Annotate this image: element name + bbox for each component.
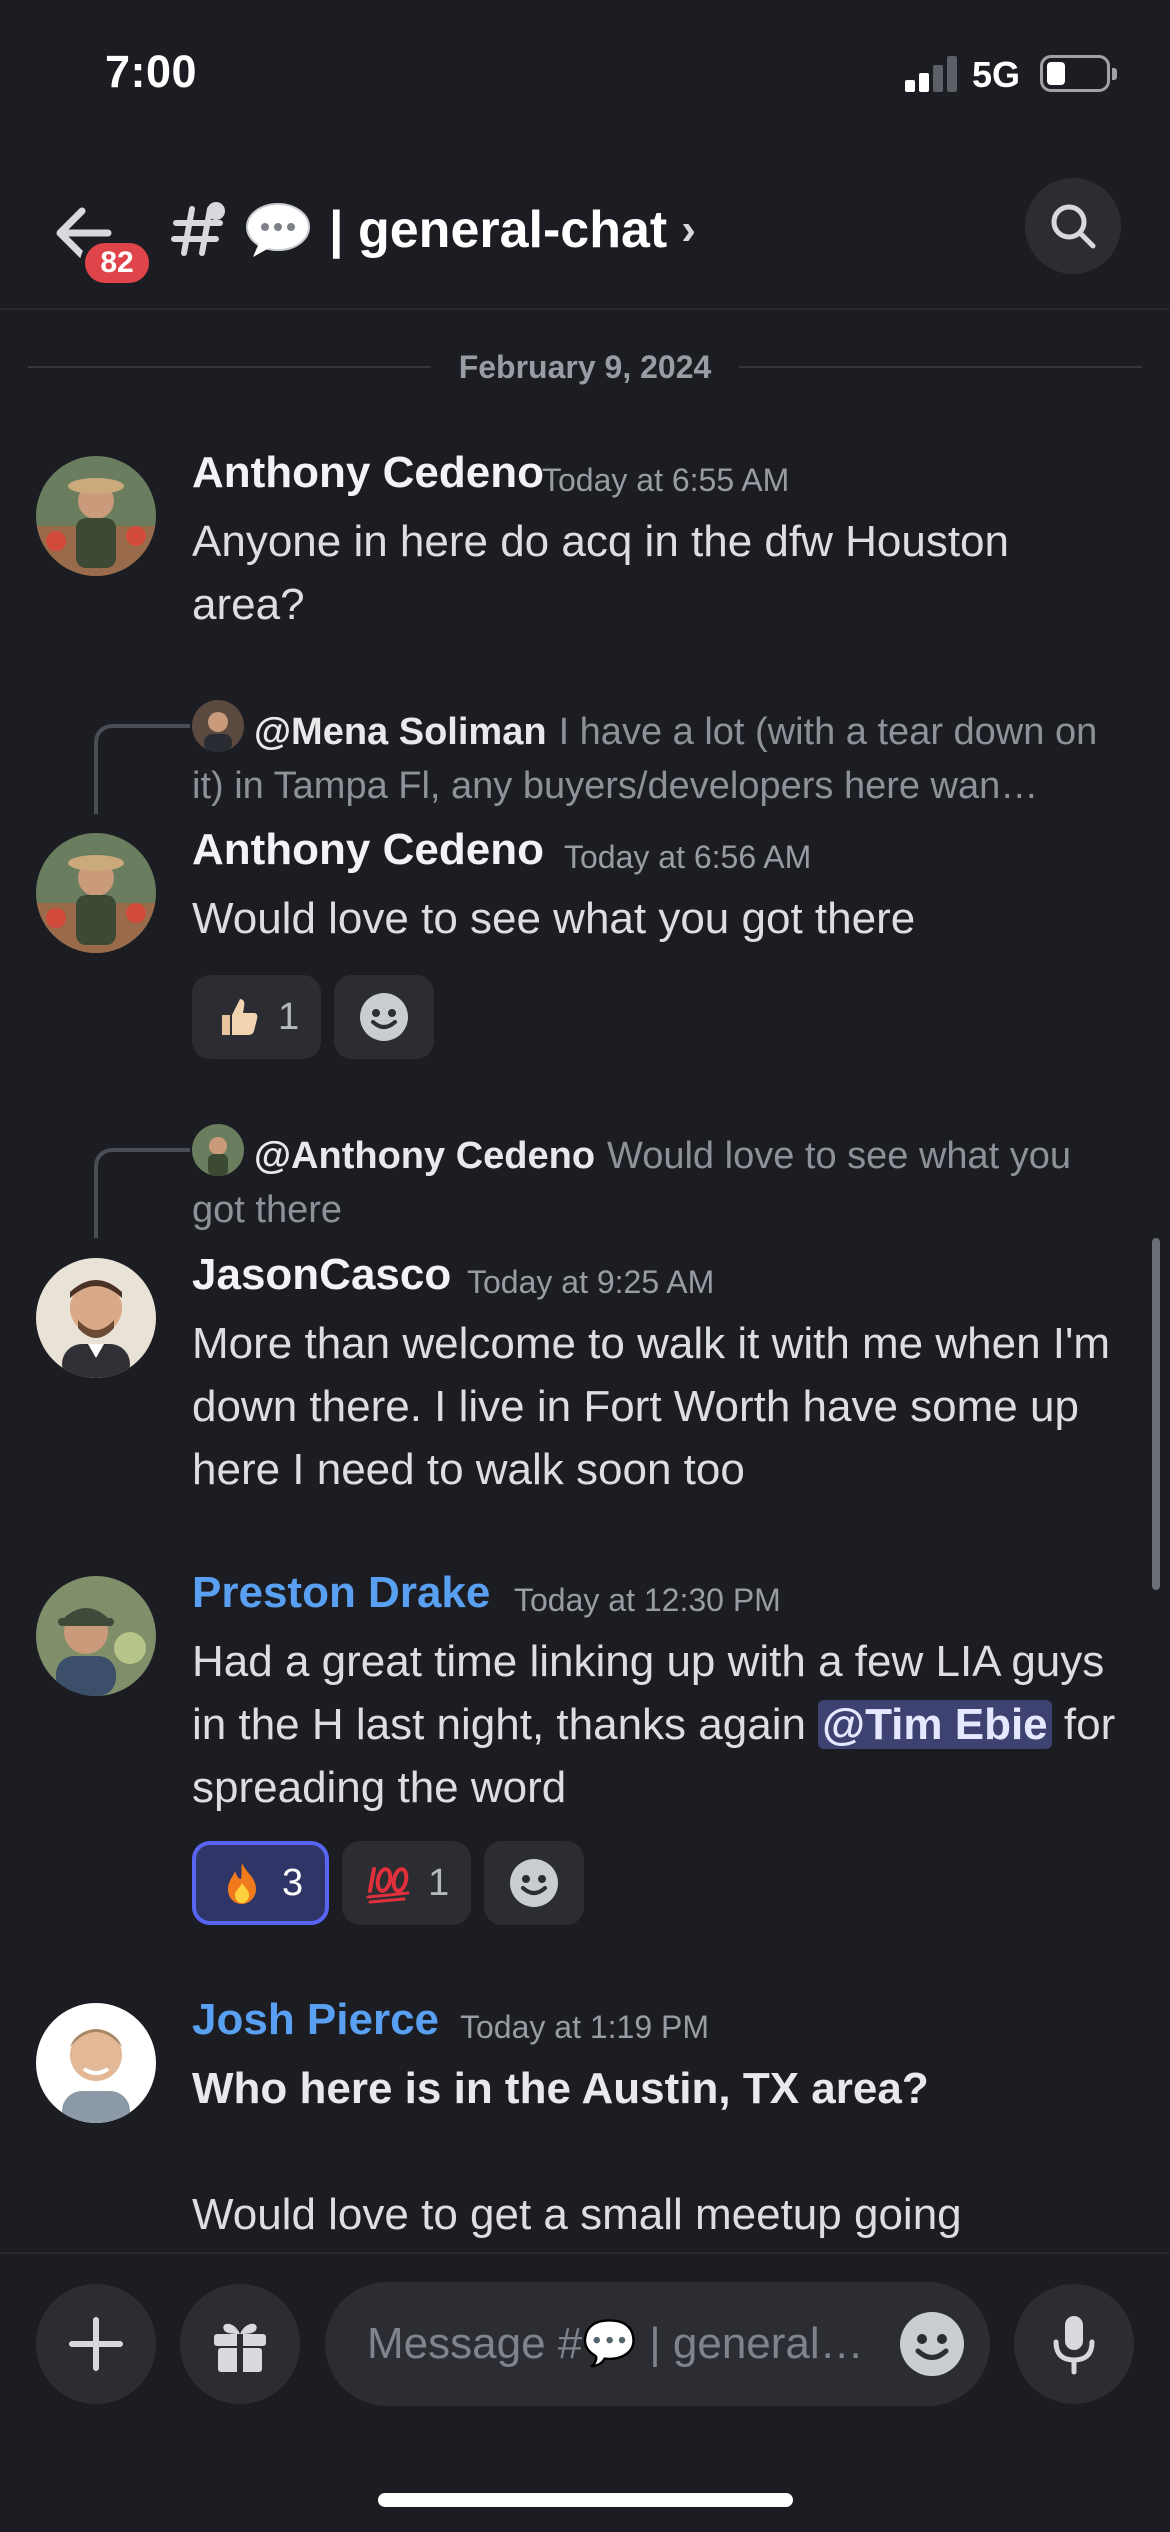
microphone-icon: [1053, 2316, 1095, 2375]
scrollbar[interactable]: [1152, 1238, 1160, 1590]
thumbs-up-icon: [222, 999, 258, 1035]
add-reaction-button[interactable]: [484, 1841, 585, 1925]
reply-avatar: [192, 1124, 244, 1176]
reaction-row: 1: [192, 975, 435, 1059]
message-field[interactable]: [367, 2319, 867, 2369]
reaction-count: 1: [428, 1861, 450, 1904]
reaction-hundred[interactable]: 1: [342, 1841, 472, 1925]
message-text: Had a great time linking up with a few L…: [192, 1630, 1127, 1819]
fire-icon: [228, 1863, 256, 1904]
message-text: More than welcome to walk it with me whe…: [192, 1319, 1111, 1494]
channel-title[interactable]: | general-chat ›: [245, 190, 696, 270]
reaction-count: 3: [282, 1861, 304, 1904]
smiley-icon: [900, 2312, 964, 2376]
cellular-signal-icon: [905, 56, 959, 92]
status-bar: 7:00 5G: [0, 0, 1170, 150]
reaction-thumbs-up[interactable]: 1: [192, 975, 322, 1059]
gift-button[interactable]: [180, 2284, 300, 2404]
message-author[interactable]: Anthony Cedeno: [192, 448, 544, 498]
message-text: Would love to see what you got there: [192, 894, 916, 943]
add-reaction-button[interactable]: [334, 975, 435, 1059]
date-divider-label: February 9, 2024: [458, 348, 712, 385]
message-input[interactable]: [325, 2282, 990, 2406]
reply-author: @Mena Soliman: [254, 711, 547, 753]
avatar[interactable]: [36, 1258, 156, 1378]
message-text: Would love to get a small meetup going: [192, 2190, 962, 2239]
avatar[interactable]: [36, 833, 156, 953]
channel-header: 82 | general-chat ›: [0, 150, 1170, 310]
message-author[interactable]: Josh Pierce: [192, 1995, 439, 2045]
avatar[interactable]: [36, 2003, 156, 2123]
reply-spine: [94, 1148, 190, 1238]
reaction-count: 1: [278, 995, 300, 1038]
reaction-row: 3 1: [192, 1841, 585, 1925]
reply-preview[interactable]: @Anthony Cedeno Would love to see what yo…: [192, 1124, 1122, 1237]
message-timestamp: Today at 6:56 AM: [564, 839, 812, 875]
message-author[interactable]: Anthony Cedeno: [192, 825, 544, 875]
avatar[interactable]: [36, 1576, 156, 1696]
message-composer: [0, 2252, 1170, 2532]
reaction-fire[interactable]: 3: [192, 1841, 330, 1925]
message-timestamp: Today at 6:55 AM: [542, 462, 790, 498]
home-indicator[interactable]: [378, 2493, 793, 2507]
reply-author: @Anthony Cedeno: [254, 1135, 596, 1177]
message-timestamp: Today at 9:25 AM: [467, 1264, 715, 1300]
status-time: 7:00: [105, 46, 198, 97]
emoji-button[interactable]: [898, 2310, 966, 2378]
channel-name: | general-chat: [329, 201, 668, 259]
search-button[interactable]: [1025, 178, 1121, 274]
reply-avatar: [192, 700, 244, 752]
gift-icon: [214, 2323, 266, 2372]
avatar[interactable]: [36, 456, 156, 576]
message-timestamp: Today at 12:30 PM: [514, 1582, 781, 1618]
message-bold-line: Who here is in the Austin, TX area?: [192, 2064, 929, 2113]
battery-icon: [1040, 55, 1117, 92]
reply-spine: [94, 724, 190, 814]
search-icon: [1051, 204, 1096, 249]
date-divider: February 9, 2024: [28, 342, 1142, 392]
add-attachment-button[interactable]: [36, 2284, 156, 2404]
message-timestamp: Today at 1:19 PM: [460, 2009, 710, 2045]
unread-badge: 82: [80, 238, 154, 288]
speech-bubble-icon: [245, 201, 311, 259]
hash-thread-icon: [170, 193, 230, 263]
hundred-points-icon: [366, 1867, 410, 1904]
chevron-right-icon: ›: [681, 205, 696, 254]
message-author[interactable]: Preston Drake: [192, 1568, 490, 1618]
smiley-icon: [360, 993, 409, 1041]
plus-icon: [69, 2317, 123, 2371]
voice-message-button[interactable]: [1014, 2284, 1134, 2404]
smiley-icon: [510, 1859, 559, 1907]
message-text: Anyone in here do acq in the dfw Houston…: [192, 517, 1009, 629]
message-text-bold: Who here is in the Austin, TX area?: [192, 2057, 1127, 2120]
user-mention[interactable]: @Tim Ebie: [818, 1700, 1052, 1749]
message-author[interactable]: JasonCasco: [192, 1250, 451, 1300]
reply-preview[interactable]: @Mena Soliman I have a lot (with a tear d…: [192, 700, 1122, 813]
network-type: 5G: [972, 54, 1021, 95]
